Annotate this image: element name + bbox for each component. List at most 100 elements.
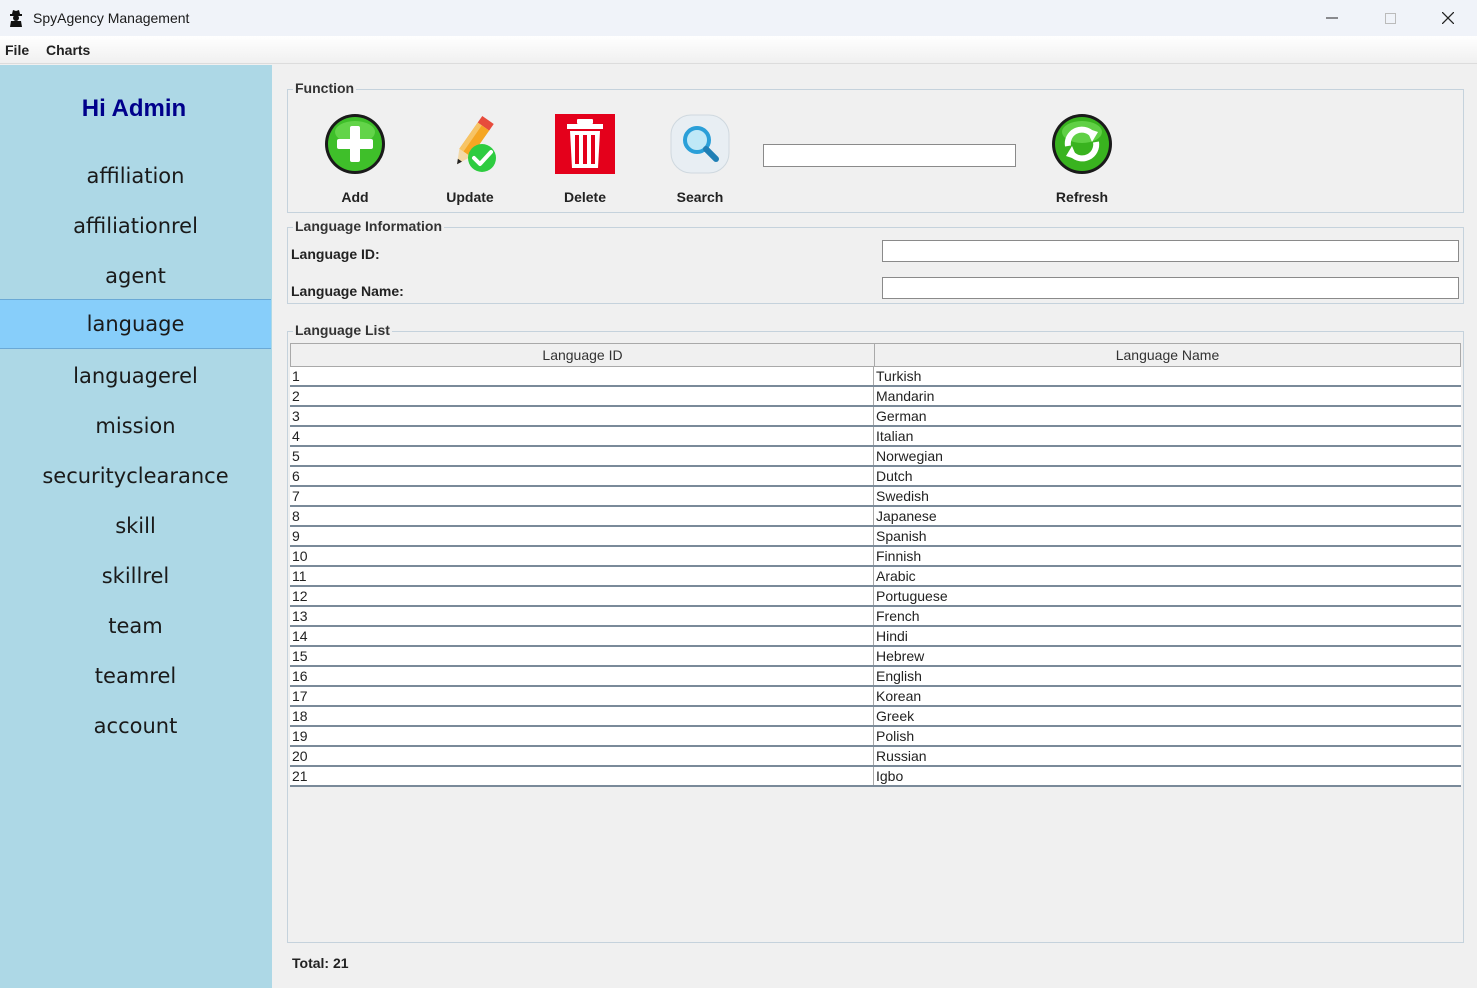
spy-icon — [10, 10, 22, 27]
cell-language-name: Hindi — [876, 628, 908, 644]
cell-language-name: Italian — [876, 428, 914, 444]
table-row[interactable]: 18 Greek — [290, 707, 1461, 727]
table-row[interactable]: 2 Mandarin — [290, 387, 1461, 407]
sidebar: Hi Admin affiliation affiliationrel agen… — [0, 65, 272, 988]
cell-language-id: 20 — [290, 747, 874, 765]
sidebar-item-securityclearance[interactable]: securityclearance — [0, 451, 271, 501]
table-row[interactable]: 11 Arabic — [290, 567, 1461, 587]
cell-language-id: 8 — [290, 507, 874, 525]
close-button[interactable] — [1419, 0, 1477, 36]
sidebar-item-languagerel[interactable]: languagerel — [0, 351, 271, 401]
sidebar-item-language[interactable]: language — [0, 299, 271, 349]
sidebar-item-skill[interactable]: skill — [0, 501, 271, 551]
table-row[interactable]: 4 Italian — [290, 427, 1461, 447]
cell-language-name: Mandarin — [876, 388, 935, 404]
cell-language-name: English — [876, 668, 922, 684]
minimize-button[interactable] — [1303, 0, 1361, 36]
pencil-check-icon — [457, 115, 496, 172]
trash-icon — [555, 114, 615, 174]
search-button[interactable]: Search — [655, 112, 745, 205]
language-name-field[interactable] — [882, 277, 1459, 299]
cell-language-id: 11 — [290, 567, 874, 585]
cell-language-name: Japanese — [876, 508, 937, 524]
sidebar-item-teamrel[interactable]: teamrel — [0, 651, 271, 701]
maximize-button[interactable] — [1361, 0, 1419, 36]
greeting: Hi Admin — [81, 95, 187, 122]
cell-language-id: 1 — [290, 367, 874, 385]
menu-file[interactable]: File — [5, 42, 29, 58]
sidebar-item-affiliationrel[interactable]: affiliationrel — [0, 201, 271, 251]
maximize-icon — [1384, 12, 1396, 24]
add-icon — [325, 114, 385, 174]
cell-language-id: 10 — [290, 547, 874, 565]
cell-language-id: 14 — [290, 627, 874, 645]
total-count: Total: 21 — [292, 955, 349, 971]
cell-language-name: Hebrew — [876, 648, 925, 664]
cell-language-id: 2 — [290, 387, 874, 405]
cell-language-name: Greek — [876, 708, 915, 724]
refresh-label: Refresh — [1055, 189, 1109, 205]
cell-language-id: 18 — [290, 707, 874, 725]
table-row[interactable]: 19 Polish — [290, 727, 1461, 747]
cell-language-name: Swedish — [876, 488, 929, 504]
language-id-field[interactable] — [882, 240, 1459, 262]
language-table[interactable]: Language ID Language Name 1 Turkish 2 Manda… — [290, 343, 1461, 787]
language-list-title: Language List — [293, 322, 392, 338]
add-label: Add — [341, 189, 369, 205]
minimize-icon — [1326, 17, 1338, 19]
table-row[interactable]: 1 Turkish — [290, 367, 1461, 387]
sidebar-item-affiliation[interactable]: affiliation — [0, 151, 271, 201]
table-row[interactable]: 16 English — [290, 667, 1461, 687]
language-info-panel: Language Information Language ID: Langua… — [287, 218, 1464, 304]
cell-language-name: Portuguese — [876, 588, 948, 604]
sidebar-item-skillrel[interactable]: skillrel — [0, 551, 271, 601]
cell-language-name: Igbo — [876, 768, 904, 784]
sidebar-item-mission[interactable]: mission — [0, 401, 271, 451]
window-title: SpyAgency Management — [33, 10, 190, 26]
menu-bar: File Charts — [0, 36, 1477, 64]
table-row[interactable]: 17 Korean — [290, 687, 1461, 707]
table-row[interactable]: 10 Finnish — [290, 547, 1461, 567]
update-button[interactable]: Update — [425, 112, 515, 205]
language-name-label: Language Name: — [291, 283, 404, 299]
cell-language-name: Turkish — [876, 368, 922, 384]
table-row[interactable]: 6 Dutch — [290, 467, 1461, 487]
cell-language-name: Korean — [876, 688, 922, 704]
language-info-title: Language Information — [293, 218, 444, 234]
cell-language-name: Norwegian — [876, 448, 943, 464]
table-row[interactable]: 9 Spanish — [290, 527, 1461, 547]
sidebar-item-team[interactable]: team — [0, 601, 271, 651]
cell-language-name: French — [876, 608, 920, 624]
table-row[interactable]: 12 Portuguese — [290, 587, 1461, 607]
cell-language-id: 16 — [290, 667, 874, 685]
search-input[interactable] — [763, 144, 1016, 167]
cell-language-name: Finnish — [876, 548, 922, 564]
table-row[interactable]: 14 Hindi — [290, 627, 1461, 647]
cell-language-id: 19 — [290, 727, 874, 745]
table-row[interactable]: 20 Russian — [290, 747, 1461, 767]
table-row[interactable]: 13 French — [290, 607, 1461, 627]
cell-language-id: 15 — [290, 647, 874, 665]
table-row[interactable]: 3 German — [290, 407, 1461, 427]
close-icon — [1442, 12, 1454, 24]
function-panel-title: Function — [293, 80, 357, 96]
column-header-language-name[interactable]: Language Name — [875, 344, 1460, 366]
table-row[interactable]: 15 Hebrew — [290, 647, 1461, 667]
delete-button[interactable]: Delete — [540, 112, 630, 205]
cell-language-name: Polish — [876, 728, 915, 744]
cell-language-id: 17 — [290, 687, 874, 705]
refresh-button[interactable]: Refresh — [1037, 112, 1127, 205]
delete-label: Delete — [563, 189, 607, 205]
add-button[interactable]: Add — [310, 112, 400, 205]
table-row[interactable]: 21 Igbo — [290, 767, 1461, 787]
cell-language-name: Spanish — [876, 528, 927, 544]
table-row[interactable]: 8 Japanese — [290, 507, 1461, 527]
menu-charts[interactable]: Charts — [46, 42, 90, 58]
cell-language-id: 13 — [290, 607, 874, 625]
sidebar-item-agent[interactable]: agent — [0, 251, 271, 301]
column-header-language-id[interactable]: Language ID — [291, 344, 875, 366]
table-row[interactable]: 7 Swedish — [290, 487, 1461, 507]
table-row[interactable]: 5 Norwegian — [290, 447, 1461, 467]
cell-language-id: 4 — [290, 427, 874, 445]
sidebar-item-account[interactable]: account — [0, 701, 271, 751]
